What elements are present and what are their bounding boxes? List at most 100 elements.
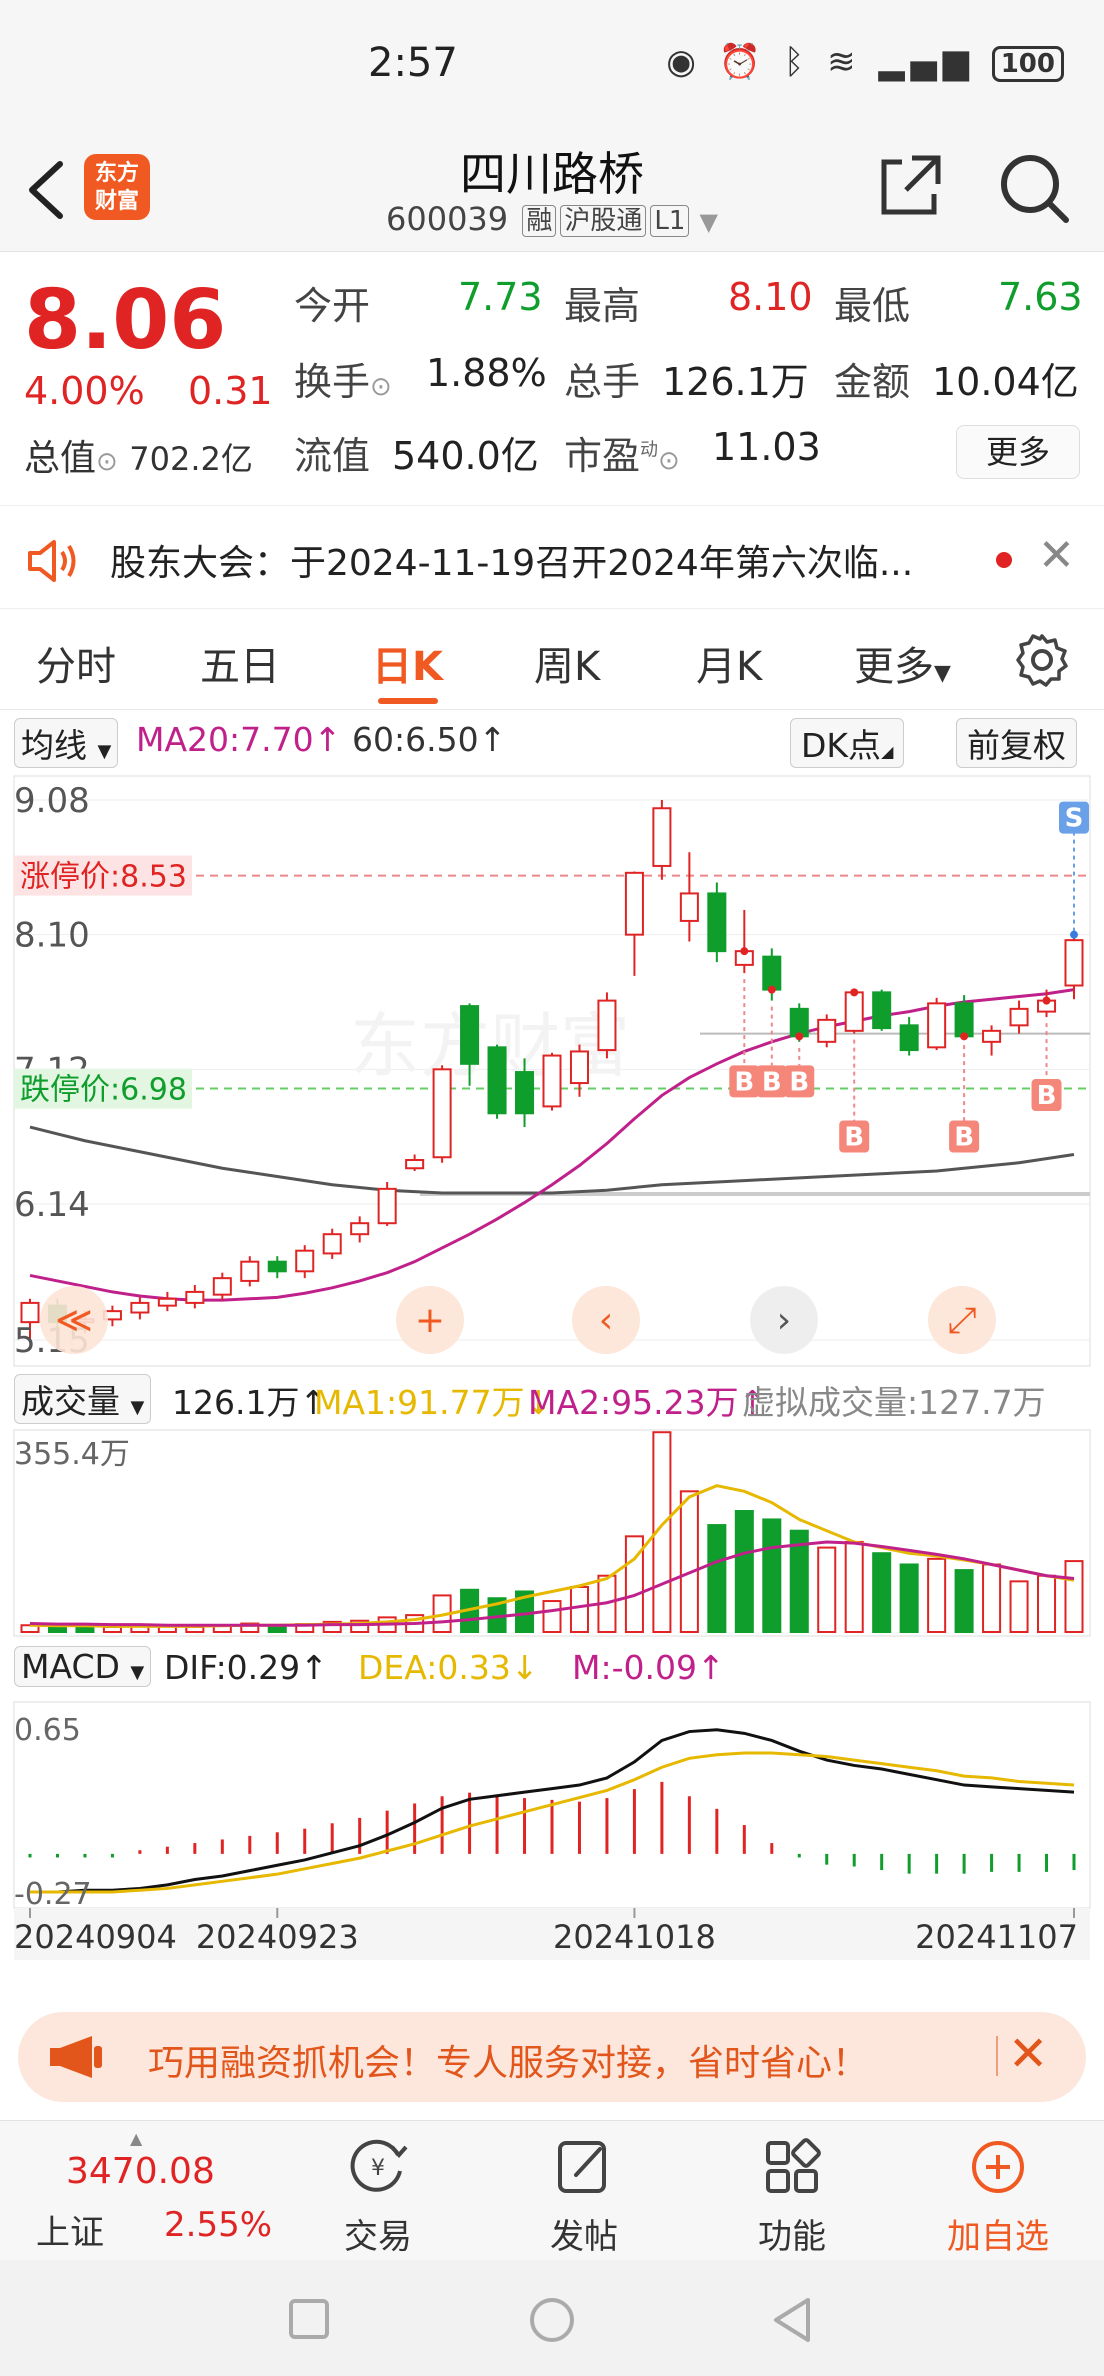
kline-chart[interactable]: 东方财富 BBBBBBS 9.088.107.126.145.15涨停价:8.5… (0, 770, 1104, 1370)
promo-divider (996, 2036, 998, 2076)
dk-point-button[interactable]: DK点◢ (790, 718, 905, 768)
close-icon[interactable]: ✕ (1008, 2026, 1048, 2082)
caret-down-icon: ▼ (130, 1662, 145, 1683)
promo-banner[interactable]: 巧用融资抓机会！专人服务对接，省时省心！ ✕ (18, 2012, 1086, 2102)
y-tick-label: 9.08 (14, 781, 90, 821)
ma60-value: 60:6.50↑ (352, 720, 507, 759)
volume-bar (872, 1552, 892, 1633)
stock-code: 600039 (385, 200, 509, 238)
tab-daily-k[interactable]: 日K (372, 634, 443, 692)
candle-body (267, 1260, 287, 1273)
nav-trade-label: 交易 (344, 2217, 412, 2257)
adjust-button[interactable]: 前复权 (956, 718, 1077, 768)
limit-down-label: 跌停价:6.98 (20, 1073, 187, 1108)
b-marker-dot (795, 1032, 804, 1041)
candle-body (707, 892, 727, 953)
tab-monthly-k[interactable]: 月K (696, 634, 762, 692)
candle-body (542, 1054, 562, 1108)
volume-bar (75, 1626, 95, 1634)
candle-body (432, 1068, 452, 1159)
vol-ma1: MA1:91.77万↓ (314, 1383, 553, 1422)
megaphone-icon (50, 2036, 102, 2078)
crosshair-icon: + (415, 1300, 445, 1341)
search-icon[interactable] (996, 150, 1072, 226)
battery-icon: 100 (991, 45, 1064, 82)
tab-more[interactable]: 更多▼ (854, 634, 951, 692)
tab-intraday[interactable]: 分时 (36, 634, 116, 692)
macd-selector[interactable]: MACD ▼ (14, 1646, 152, 1687)
nav-trade[interactable]: ¥ 交易 (308, 2121, 448, 2261)
candle-body (844, 991, 864, 1032)
date-label: 20240904 (14, 1918, 177, 1956)
notice-text[interactable]: 股东大会：于2024-11-19召开2024年第六次临... (110, 534, 913, 586)
volume-chart[interactable]: 355.4万 (0, 1428, 1104, 1638)
volume-bar (762, 1518, 782, 1633)
volume-bar (679, 1490, 699, 1634)
recent-apps-icon[interactable] (288, 2298, 330, 2340)
ma-selector[interactable]: 均线 ▼ (14, 718, 119, 768)
caret-down-icon: ▼ (934, 661, 951, 686)
wifi-icon: ≋ (827, 42, 862, 82)
more-button[interactable]: 更多 (956, 425, 1080, 479)
info-icon[interactable]: ⊙ (658, 446, 680, 476)
nav-functions[interactable]: 功能 (722, 2121, 862, 2261)
info-icon[interactable]: ⊙ (370, 372, 392, 402)
b-marker-dot (960, 1032, 969, 1041)
share-icon[interactable] (876, 150, 946, 220)
candle-body (817, 1018, 837, 1043)
float-label: 流值 (294, 434, 371, 478)
open-label: 今开 (294, 284, 371, 328)
volume-indicator-bar: 成交量 ▼ 126.1万↑ MA1:91.77万↓ MA2:95.23万↑ 虚拟… (0, 1374, 1104, 1424)
date-label: 20241107 (915, 1918, 1078, 1956)
fullscreen-icon: ⤢ (948, 1300, 977, 1341)
speaker-icon (28, 540, 76, 582)
macd-indicator-bar: MACD ▼ DIF:0.29↑ DEA:0.33↓ M:-0.09↑ (0, 1646, 1104, 1696)
pe-superscript: 动 (640, 439, 659, 461)
nav-post[interactable]: 发帖 (514, 2121, 654, 2261)
s-marker-text: S (1065, 804, 1084, 834)
candle-body (954, 1002, 974, 1038)
nav-add-watchlist[interactable]: 加自选 (928, 2121, 1068, 2261)
info-icon[interactable]: ⊙ (96, 447, 118, 477)
turnover-value: 1.88% (426, 351, 547, 395)
tag-level: L1 (650, 205, 690, 237)
index-quote[interactable]: ▲ 3470.08 上证 2.55% (0, 2121, 280, 2261)
add-icon (972, 2141, 1024, 2193)
volume-selector[interactable]: 成交量 ▼ (14, 1374, 152, 1424)
b-marker-dot (740, 947, 749, 956)
volume-bar (982, 1563, 1002, 1633)
notice-bar[interactable]: 股东大会：于2024-11-19召开2024年第六次临... ✕ (0, 505, 1104, 609)
active-tab-indicator (378, 698, 438, 704)
home-icon[interactable] (528, 2296, 576, 2344)
tab-five-day[interactable]: 五日 (200, 634, 280, 692)
chevron-down-icon[interactable]: ▼ (700, 208, 718, 236)
volume-cell: 总手 (564, 351, 640, 406)
volume-bar (1064, 1560, 1084, 1633)
macd-chart[interactable]: 0.65 -0.27 20240904 20240923 20241018 20241… (0, 1700, 1104, 1996)
volume-bar (927, 1557, 947, 1633)
pe-label: 市盈 (564, 434, 641, 478)
close-icon[interactable]: ✕ (1038, 530, 1075, 581)
nav-add-watchlist-label: 加自选 (947, 2217, 1049, 2257)
edit-icon (558, 2141, 606, 2193)
volume-label: 总手 (564, 360, 641, 404)
unread-dot (996, 552, 1012, 568)
candle-body (624, 871, 644, 936)
b-marker-dot (1042, 996, 1051, 1005)
back-nav-icon[interactable] (770, 2296, 814, 2344)
b-marker-dot (767, 985, 776, 994)
tab-weekly-k[interactable]: 周K (534, 634, 600, 692)
bottom-nav: ▲ 3470.08 上证 2.55% ¥ 交易 发帖 功能 加自选 (0, 2120, 1104, 2260)
candle-body (899, 1024, 919, 1052)
promo-text[interactable]: 巧用融资抓机会！专人服务对接，省时省心！ (148, 2034, 868, 2086)
amount-cell: 金额 (834, 351, 910, 406)
volume-bar (734, 1510, 754, 1633)
gear-icon[interactable] (1014, 632, 1070, 688)
stock-header: 东方 财富 四川路桥 600039 融沪股通 L1 ▼ (0, 130, 1104, 252)
open-value: 7.73 (458, 275, 543, 319)
vol-ma2: MA2:95.23万↑ (528, 1383, 767, 1422)
y-tick-label: 8.10 (14, 916, 90, 956)
high-cell: 最高 (564, 275, 640, 330)
date-label: 20241018 (553, 1918, 716, 1956)
candle-body (597, 999, 617, 1052)
